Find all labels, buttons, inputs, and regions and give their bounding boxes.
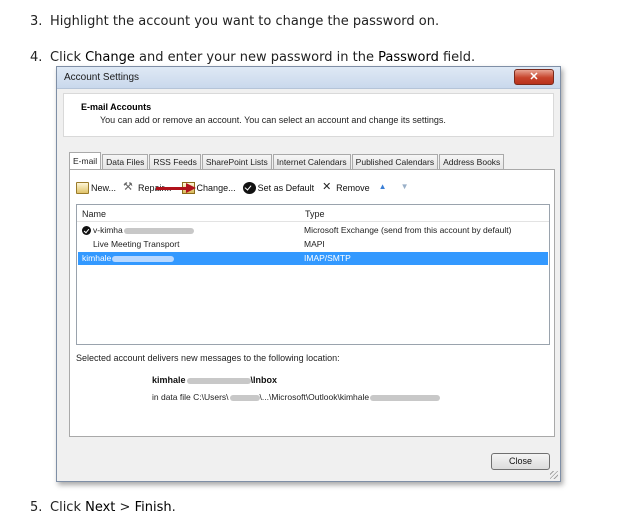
resize-grip[interactable] <box>550 471 558 479</box>
close-window-button[interactable]: ✕ <box>514 69 554 85</box>
set-as-default-button[interactable]: Set as Default <box>242 182 314 194</box>
step-3: 3. Highlight the account you want to chan… <box>30 14 440 29</box>
tab-internet-calendars[interactable]: Internet Calendars <box>272 154 351 169</box>
column-header-name[interactable]: Name <box>82 209 106 219</box>
account-row[interactable]: Live Meeting Transport MAPI <box>78 238 548 251</box>
header-panel: E-mail Accounts You can add or remove an… <box>63 93 554 137</box>
tab-data-files[interactable]: Data Files <box>102 154 149 169</box>
new-button[interactable]: New... <box>76 182 116 194</box>
title-bar[interactable]: Account Settings ✕ <box>57 67 560 89</box>
toolbar: New... Repair... Change... Set as Defaul… <box>76 180 421 196</box>
email-tab-page: New... Repair... Change... Set as Defaul… <box>69 169 555 437</box>
remove-icon <box>321 180 334 194</box>
step-5: 5. Click Next > Finish. <box>30 500 176 515</box>
tab-rss-feeds[interactable]: RSS Feeds <box>149 154 201 169</box>
tab-sharepoint-lists[interactable]: SharePoint Lists <box>201 154 272 169</box>
delivery-description: Selected account delivers new messages t… <box>76 353 340 363</box>
redacted-text <box>229 394 260 401</box>
tab-address-books[interactable]: Address Books <box>439 154 505 169</box>
account-row-selected[interactable]: kimhale IMAP/SMTP <box>78 252 548 265</box>
tab-email[interactable]: E-mail <box>69 152 102 169</box>
move-up-icon <box>377 182 390 194</box>
redacted-text <box>112 255 175 262</box>
header-subtitle: You can add or remove an account. You ca… <box>100 115 446 125</box>
close-button[interactable]: Close <box>491 453 550 470</box>
default-check-icon <box>82 226 91 236</box>
new-mail-icon <box>76 182 89 194</box>
remove-button[interactable]: Remove <box>321 180 370 194</box>
check-icon <box>242 182 256 194</box>
annotation-arrow-icon <box>156 183 198 193</box>
header-title: E-mail Accounts <box>81 102 152 112</box>
move-up-button[interactable] <box>377 182 392 194</box>
redacted-text <box>123 227 194 234</box>
redacted-text <box>370 394 441 401</box>
step-4: 4. Click Change and enter your new passwo… <box>30 50 476 65</box>
data-file-path: in data file C:\Users\ \...\Microsoft\Out… <box>152 392 441 402</box>
move-down-button[interactable] <box>399 182 414 194</box>
repair-icon <box>123 180 136 194</box>
tab-published-calendars[interactable]: Published Calendars <box>351 154 439 169</box>
redacted-text <box>186 377 251 384</box>
tab-strip: E-mail Data Files RSS Feeds SharePoint L… <box>69 152 505 169</box>
account-list[interactable]: Name Type v-kimha Microsoft Exchange (se… <box>76 204 550 345</box>
move-down-icon <box>399 182 412 194</box>
column-header-type[interactable]: Type <box>305 209 325 219</box>
account-row[interactable]: v-kimha Microsoft Exchange (send from th… <box>78 224 548 237</box>
delivery-location: kimhale \Inbox <box>152 375 278 385</box>
dialog-title: Account Settings <box>64 72 140 83</box>
account-settings-dialog: Account Settings ✕ E-mail Accounts You c… <box>56 66 561 482</box>
